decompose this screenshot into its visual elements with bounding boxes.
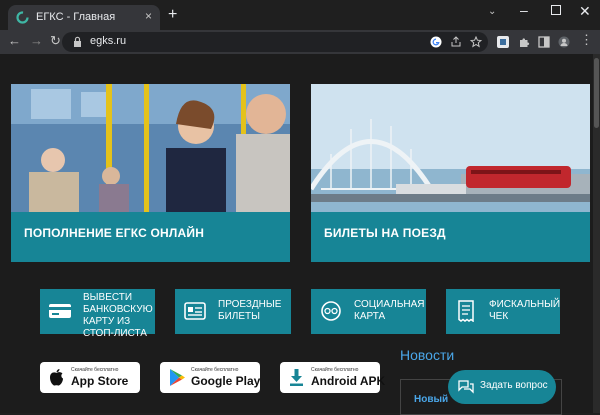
- receipt-icon: [458, 300, 474, 322]
- chat-bubbles-icon: [458, 380, 474, 394]
- profile-avatar-icon[interactable]: [558, 36, 570, 48]
- service-travel-tickets[interactable]: Проездные билеты: [175, 289, 291, 334]
- google-icon[interactable]: [430, 36, 442, 48]
- app-store-label: App Store: [71, 374, 129, 388]
- forward-button[interactable]: →: [30, 33, 43, 48]
- service-fiscal-receipt[interactable]: Фискальный чек: [446, 289, 560, 334]
- train-bridge-image: [311, 84, 590, 212]
- close-window-button[interactable]: ✕: [579, 3, 591, 20]
- service-fiscal-receipt-line2: чек: [489, 311, 509, 322]
- social-card-icon: [321, 301, 341, 321]
- service-social-card-line2: карта: [354, 311, 386, 322]
- service-fiscal-receipt-line1: Фискальный: [489, 299, 561, 310]
- menu-icon[interactable]: ⋮: [580, 32, 593, 48]
- service-unblock-card-line2: банковскую: [83, 304, 153, 315]
- tab-title: ЕГКС - Главная: [36, 11, 116, 23]
- ask-question-label: Задать вопрос: [480, 380, 548, 391]
- lock-icon: [74, 36, 81, 47]
- google-play-icon: [170, 369, 185, 386]
- reload-button[interactable]: ↻: [50, 33, 61, 49]
- browser-tab[interactable]: ЕГКС - Главная ×: [8, 5, 160, 30]
- egks-favicon-icon: [16, 11, 29, 24]
- bus-passengers-image: [11, 84, 290, 212]
- android-apk-button[interactable]: Скачайте бесплатно Android APK: [280, 362, 385, 393]
- service-unblock-card-line1: Вывести: [83, 292, 133, 303]
- banner-topup[interactable]: ПОПОЛНЕНИЕ ЕГКС ОНЛАЙН: [11, 84, 290, 262]
- app-store-button[interactable]: Скачайте бесплатно App Store: [40, 362, 140, 393]
- service-travel-tickets-line1: Проездные: [218, 299, 282, 310]
- banner-train-tickets[interactable]: БИЛЕТЫ НА ПОЕЗД: [311, 84, 590, 262]
- tab-close-icon[interactable]: ×: [145, 9, 152, 23]
- ask-question-button[interactable]: Задать вопрос: [448, 370, 556, 404]
- extensions-puzzle-icon[interactable]: [518, 36, 530, 48]
- back-button[interactable]: ←: [8, 33, 21, 48]
- android-apk-label: Android APK: [311, 374, 386, 388]
- app-store-caption: Скачайте бесплатно: [71, 367, 119, 373]
- service-unblock-card[interactable]: Вывести банковскую карту из стоп-листа: [40, 289, 155, 339]
- url-text: egks.ru: [90, 35, 127, 47]
- new-tab-button[interactable]: +: [168, 7, 177, 23]
- google-play-label: Google Play: [191, 374, 261, 388]
- scrollbar-thumb[interactable]: [594, 58, 599, 128]
- service-unblock-card-line4: стоп-листа: [83, 328, 147, 339]
- page-scrollbar[interactable]: [593, 54, 600, 413]
- share-icon[interactable]: [450, 36, 462, 48]
- side-panel-icon[interactable]: [538, 36, 550, 48]
- download-icon: [290, 369, 303, 386]
- google-play-caption: Скачайте бесплатно: [191, 367, 239, 373]
- service-travel-tickets-line2: билеты: [218, 311, 260, 322]
- apple-icon: [50, 369, 63, 386]
- minimize-button[interactable]: –: [520, 2, 528, 18]
- address-bar[interactable]: egks.ru: [62, 32, 488, 52]
- tab-strip: ЕГКС - Главная × + ⌄ – ✕: [0, 0, 600, 30]
- android-apk-caption: Скачайте бесплатно: [311, 367, 359, 373]
- maximize-button[interactable]: [551, 5, 561, 15]
- news-item-title[interactable]: Новый: [414, 394, 448, 405]
- page-content: ПОПОЛНЕНИЕ ЕГКС ОНЛАЙН БИЛЕТЫ НА ПОЕЗД В…: [0, 54, 600, 415]
- news-heading: Новости: [400, 347, 455, 363]
- bank-card-icon: [49, 304, 71, 318]
- browser-toolbar: ← → ↻ egks.ru ⋮: [0, 30, 600, 54]
- service-social-card-line1: Социальная: [354, 299, 425, 310]
- google-play-button[interactable]: Скачайте бесплатно Google Play: [160, 362, 260, 393]
- tab-search-icon[interactable]: ⌄: [488, 6, 496, 17]
- bookmark-star-icon[interactable]: [470, 36, 482, 48]
- banner-train-tickets-label: БИЛЕТЫ НА ПОЕЗД: [324, 226, 446, 240]
- extension-app-icon[interactable]: [497, 36, 509, 48]
- service-social-card[interactable]: Социальная карта: [311, 289, 426, 334]
- banner-topup-label: ПОПОЛНЕНИЕ ЕГКС ОНЛАЙН: [24, 226, 205, 240]
- travel-ticket-icon: [184, 302, 206, 320]
- service-unblock-card-line3: карту из: [83, 316, 131, 327]
